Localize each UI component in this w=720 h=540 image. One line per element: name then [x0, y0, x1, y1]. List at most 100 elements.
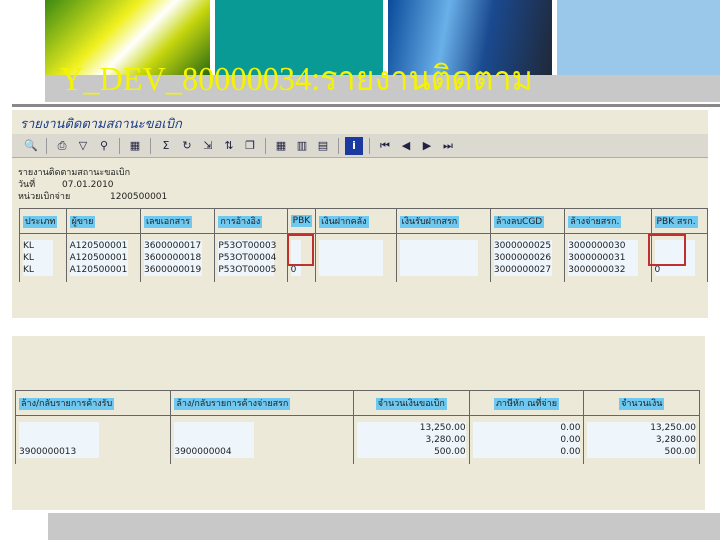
toolbar-separator	[150, 137, 151, 154]
table-cell[interactable]: 3000000027	[493, 264, 552, 276]
copy-icon[interactable]: ❐	[241, 137, 259, 155]
toolbar-separator	[119, 137, 120, 154]
table-cell[interactable]: KL	[23, 252, 53, 264]
first-page-icon[interactable]: ⏮	[376, 137, 394, 155]
column-header[interactable]: ล้างจ่ายสรก.	[564, 208, 652, 234]
table-cell[interactable]	[399, 252, 478, 264]
header-row: ประเภท ผู้ขาย เลขเอกสาร การอ้างอิง PBK เงินฝา…	[19, 208, 709, 234]
toolbar-separator	[46, 137, 47, 154]
column-header[interactable]: ผู้ขาย	[65, 208, 141, 234]
last-page-icon[interactable]: ⏭	[439, 137, 457, 155]
highlight-box	[287, 234, 314, 266]
column-header[interactable]: ประเภท	[19, 208, 67, 234]
print-icon[interactable]: ⎙	[53, 137, 71, 155]
column-header[interactable]: จำนวนเงิน	[583, 390, 700, 416]
table-cell[interactable]: 3000000032	[568, 264, 639, 276]
sum-icon[interactable]: Σ	[157, 137, 175, 155]
column-header[interactable]: PBK	[286, 208, 317, 234]
column-header[interactable]: การอ้างอิง	[214, 208, 288, 234]
column-header[interactable]: เงินฝากคลัง	[315, 208, 397, 234]
next-page-icon[interactable]: ▶	[418, 137, 436, 155]
table-cell[interactable]: 3900000013	[19, 446, 99, 458]
table-cell[interactable]: 500.00	[357, 446, 466, 458]
data-column: 13,250.00 3,280.00 500.00	[353, 415, 470, 464]
column-header[interactable]: เลขเอกสาร	[139, 208, 216, 234]
table-cell[interactable]: 0.00	[472, 422, 581, 434]
data-column	[395, 233, 491, 282]
data-column: 3900000013	[14, 415, 172, 464]
table-cell[interactable]: 13,250.00	[357, 422, 466, 434]
toolbar-separator	[265, 137, 266, 154]
column-header[interactable]: ภาษีหัก ณที่จ่าย	[468, 390, 585, 416]
info-icon[interactable]: i	[345, 136, 363, 155]
table-cell[interactable]	[399, 240, 478, 252]
column-header[interactable]: ล้าง/กลับรายการค้างจ่ายสรก	[170, 390, 355, 416]
table-cell[interactable]: 3600000017	[143, 240, 202, 252]
data-column: 3000000025 3000000026 3000000027	[489, 233, 566, 282]
column-header[interactable]: PBK สรก.	[650, 208, 709, 234]
table-cell[interactable]: KL	[23, 240, 53, 252]
table-cell[interactable]	[19, 422, 99, 434]
data-column: 3000000030 3000000031 3000000032	[564, 233, 652, 282]
divider	[12, 104, 720, 107]
table-cell[interactable]: 500.00	[587, 446, 696, 458]
table-cell[interactable]: 0.00	[472, 434, 581, 446]
table-cell[interactable]	[174, 434, 255, 446]
table-cell[interactable]: A120500001	[69, 240, 128, 252]
toolbar: 🔍 ⎙ ▽ ⚲ ▦ Σ ↻ ⇲ ⇅ ❐ ▦ ▥ ▤ i ⏮ ◀ ▶ ⏭	[12, 134, 708, 158]
table-cell[interactable]: 3900000004	[174, 446, 255, 458]
column-icon[interactable]: ▥	[293, 137, 311, 155]
data-column: KL KL KL	[19, 233, 67, 282]
report-title: รายงานติดตามสถานะขอเบิก	[20, 117, 182, 132]
excel-icon[interactable]: ▦	[126, 137, 144, 155]
column-header[interactable]: ล้างลบCGD	[489, 208, 566, 234]
data-column: 3600000017 3600000018 3600000019	[139, 233, 216, 282]
data-column: 3900000004	[170, 415, 355, 464]
table-cell[interactable]: 3,280.00	[587, 434, 696, 446]
subtotal-icon[interactable]: ↻	[178, 137, 196, 155]
column-header[interactable]: เงินรับฝากสรก	[395, 208, 491, 234]
details-icon[interactable]: 🔍	[22, 137, 40, 155]
toolbar-separator	[369, 137, 370, 154]
table-cell[interactable]	[319, 264, 384, 276]
report-heading: รายงานติดตามสถานะขอเบิก	[18, 168, 131, 178]
column-header[interactable]: จำนวนเงินขอเบิก	[353, 390, 470, 416]
table-cell[interactable]: 3000000025	[493, 240, 552, 252]
table-cell[interactable]	[399, 264, 478, 276]
table-cell[interactable]: P53OT00003	[218, 240, 276, 252]
status-table: ประเภท ผู้ขาย เลขเอกสาร การอ้างอิง PBK เงินฝา…	[19, 208, 709, 282]
table-cell[interactable]: 3,280.00	[357, 434, 466, 446]
sort-icon[interactable]: ⇅	[220, 137, 238, 155]
filter-icon[interactable]: ▽	[74, 137, 92, 155]
layout-icon[interactable]: ▦	[272, 137, 290, 155]
footer-bar	[48, 513, 720, 540]
data-rows: KL KL KL A120500001 A120500001 A120500001 3600…	[19, 233, 709, 282]
export-icon[interactable]: ⇲	[199, 137, 217, 155]
table-cell[interactable]: A120500001	[69, 252, 128, 264]
column-header[interactable]: ล้าง/กลับรายการค้างรับ	[14, 390, 172, 416]
table-cell[interactable]: 13,250.00	[587, 422, 696, 434]
table-cell[interactable]: P53OT00005	[218, 264, 276, 276]
filter-set-icon[interactable]: ⚲	[95, 137, 113, 155]
table-cell[interactable]: 3600000018	[143, 252, 202, 264]
table-cell[interactable]: 3000000030	[568, 240, 639, 252]
table-cell[interactable]: 3000000031	[568, 252, 639, 264]
table-cell[interactable]	[19, 434, 99, 446]
table-cell[interactable]: 3600000019	[143, 264, 202, 276]
data-rows: 3900000013 3900000004 13,250.00 3,280.00 500…	[14, 415, 700, 464]
table-cell[interactable]: 3000000026	[493, 252, 552, 264]
table-cell[interactable]: A120500001	[69, 264, 128, 276]
data-column: A120500001 A120500001 A120500001	[65, 233, 141, 282]
table-cell[interactable]: 0.00	[472, 446, 581, 458]
prev-page-icon[interactable]: ◀	[397, 137, 415, 155]
data-column	[315, 233, 397, 282]
table-cell[interactable]	[174, 422, 255, 434]
table-cell[interactable]: P53OT00004	[218, 252, 276, 264]
table-cell[interactable]	[319, 240, 384, 252]
table-cell[interactable]	[319, 252, 384, 264]
table-cell[interactable]: KL	[23, 264, 53, 276]
select-icon[interactable]: ▤	[314, 137, 332, 155]
data-column: 0.00 0.00 0.00	[468, 415, 585, 464]
highlight-box	[648, 234, 686, 266]
data-column: 13,250.00 3,280.00 500.00	[583, 415, 700, 464]
